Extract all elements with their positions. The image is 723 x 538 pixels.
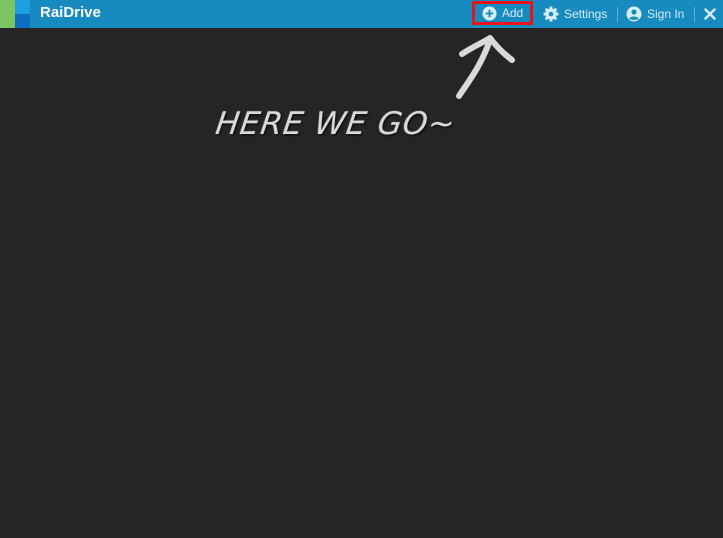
user-circle-icon xyxy=(626,6,642,22)
add-button[interactable]: Add xyxy=(472,1,533,25)
title-bar: RaiDrive Add Settings Sign In xyxy=(0,0,723,28)
toolbar-divider xyxy=(694,7,695,22)
sign-in-button-label: Sign In xyxy=(647,7,685,21)
settings-button-label: Settings xyxy=(564,7,608,21)
annotation-text: HERE WE GO~ xyxy=(213,106,458,142)
toolbar-divider xyxy=(617,7,618,22)
add-button-label: Add xyxy=(501,6,524,20)
close-icon[interactable] xyxy=(702,6,718,22)
gear-icon xyxy=(543,6,559,22)
raidrive-logo-icon xyxy=(0,0,30,28)
app-title: RaiDrive xyxy=(40,4,101,21)
sign-in-button[interactable]: Sign In xyxy=(626,0,684,28)
arrow-up-icon xyxy=(456,35,515,99)
plus-circle-icon xyxy=(482,5,497,21)
raidrive-window: RaiDrive Add Settings Sign In HERE WE GO… xyxy=(0,0,723,538)
settings-button[interactable]: Settings xyxy=(543,0,607,28)
